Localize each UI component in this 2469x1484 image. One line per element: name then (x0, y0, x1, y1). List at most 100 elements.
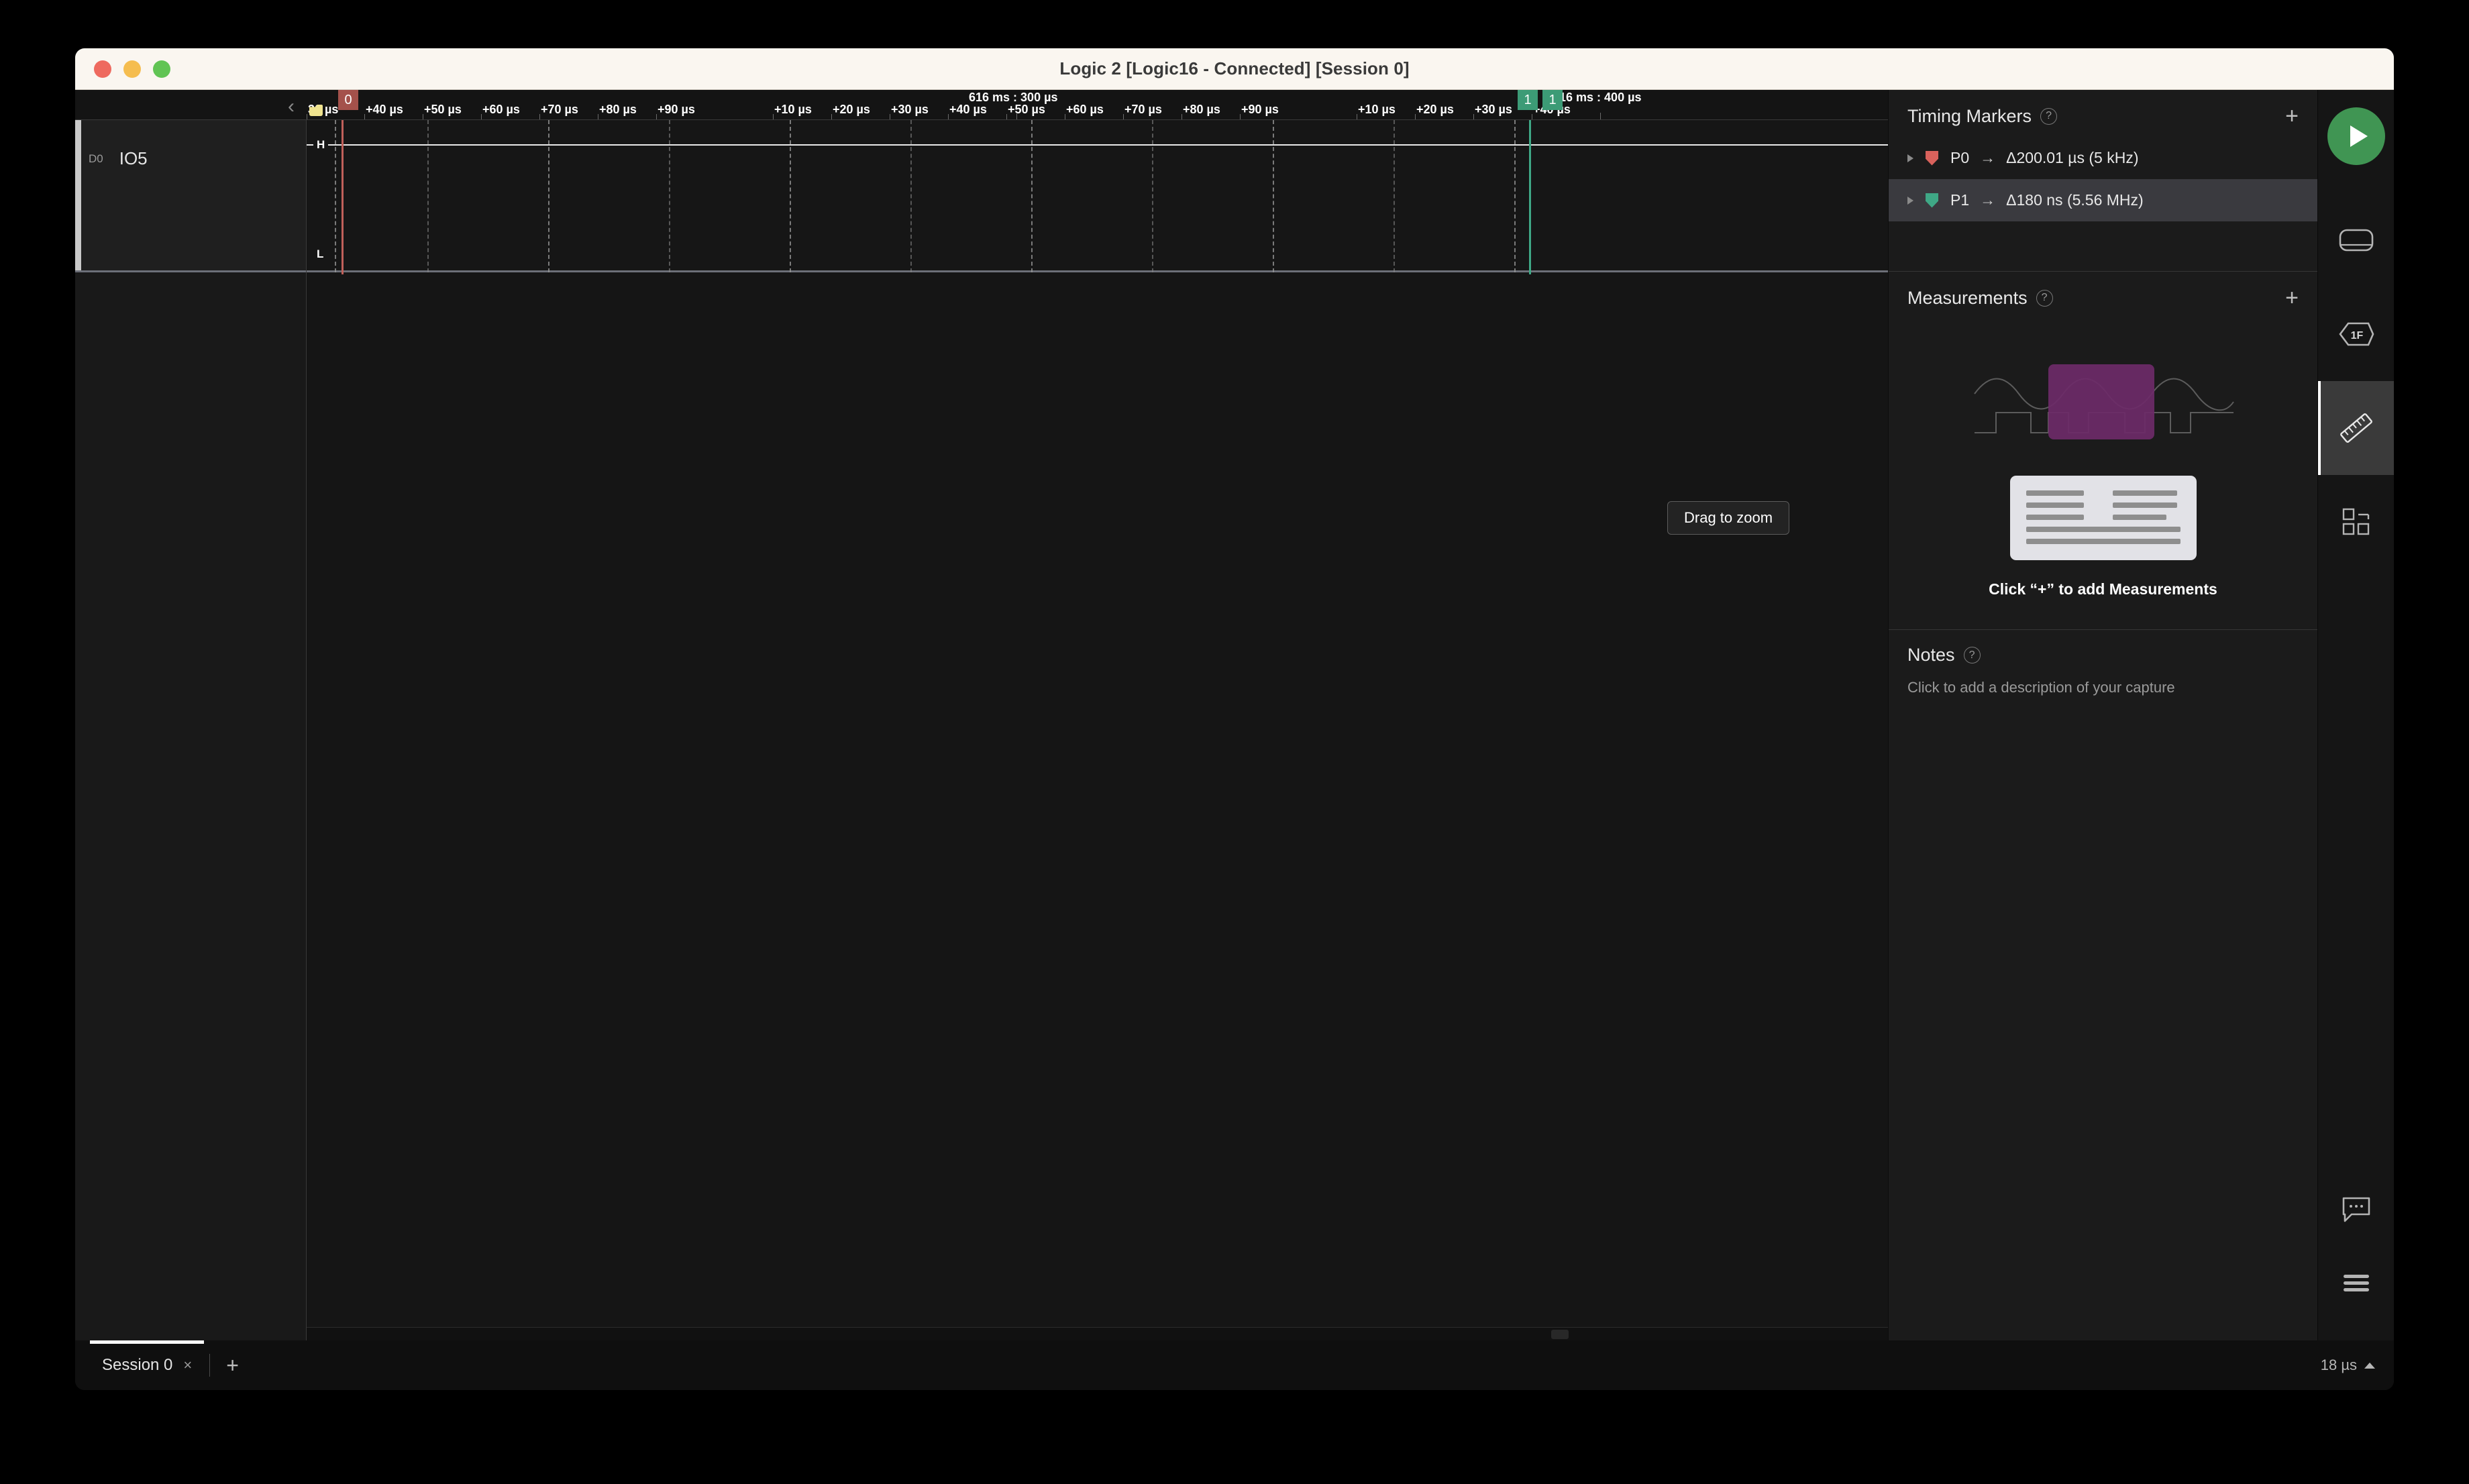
ruler-tick-mark (481, 114, 482, 119)
divider (209, 1354, 211, 1377)
hamburger-icon (2343, 1275, 2369, 1291)
help-circle-icon[interactable]: ? (1963, 647, 1981, 664)
device-icon (2339, 229, 2373, 252)
marker-pin-icon (1926, 193, 1938, 208)
title-bar: Logic 2 [Logic16 - Connected] [Session 0… (75, 48, 2394, 90)
ruler-tick-label: +70 µs (541, 103, 578, 116)
channel-name-label[interactable]: IO5 (119, 148, 148, 169)
session-tab[interactable]: Session 0 × (90, 1340, 205, 1390)
ruler-tick-mark (539, 114, 540, 119)
rail-item-measurements[interactable] (2317, 381, 2394, 475)
rail-item-menu[interactable] (2318, 1247, 2395, 1320)
marker-name: P1 (1950, 191, 1970, 209)
ruler-major-label: 616 ms : 300 µs (969, 91, 1058, 104)
side-panel: Timing Markers ? + P0 → Δ200.01 µs (5 kHz)… (1888, 90, 2317, 1340)
ruler-tick-label: +50 µs (1008, 103, 1045, 116)
channel-list: D0 IO5 (75, 120, 307, 1340)
notes-section: Notes ? Click to add a description of yo… (1889, 630, 2317, 717)
channel-id-label: D0 (89, 152, 103, 165)
horizontal-scrollbar[interactable] (307, 1327, 1888, 1340)
rail-item-support[interactable] (2318, 1173, 2395, 1247)
timing-marker-badge-1[interactable]: 1 (1518, 90, 1538, 110)
add-session-button[interactable]: + (215, 1353, 250, 1378)
horizontal-scrollbar-thumb[interactable] (1551, 1330, 1569, 1339)
timing-marker-row[interactable]: P0 → Δ200.01 µs (5 kHz) (1889, 137, 2317, 179)
status-bar: Session 0 × + 18 µs (75, 1340, 2394, 1390)
marker-delta-value: Δ180 ns (5.56 MHz) (2006, 191, 2144, 209)
graph-row: D0 IO5 H L Drag to zoom (75, 120, 1888, 1340)
notes-title: Notes (1907, 645, 1955, 665)
ruler-tick-mark (948, 114, 949, 119)
channel-row-d0[interactable]: D0 IO5 (75, 120, 306, 272)
timing-cursor-p0[interactable] (342, 120, 344, 274)
application-window: Logic 2 [Logic16 - Connected] [Session 0… (75, 48, 2394, 1390)
add-measurement-button[interactable]: + (2285, 286, 2299, 309)
drag-to-zoom-tooltip: Drag to zoom (1667, 501, 1790, 535)
rail-item-device[interactable] (2318, 193, 2395, 287)
plot-gridline (1152, 120, 1153, 272)
marker-delta-value: Δ200.01 µs (5 kHz) (2006, 149, 2139, 166)
rail-item-analyzers[interactable]: 1F (2318, 287, 2395, 381)
plot-gridline (1514, 120, 1516, 272)
channel-resize-handle[interactable] (75, 120, 81, 270)
ruler-tick-mark (773, 114, 774, 119)
plot-gridline (427, 120, 429, 272)
chevron-right-icon[interactable] (1907, 154, 1913, 162)
start-capture-button[interactable] (2327, 107, 2385, 165)
high-level-label: H (313, 138, 329, 152)
notes-body[interactable]: Click to add a description of your captu… (1889, 675, 2317, 717)
timing-marker-badge-1[interactable]: 1 (1542, 90, 1563, 110)
timing-markers-section: Timing Markers ? + P0 → Δ200.01 µs (5 kHz)… (1889, 90, 2317, 272)
marker-name: P0 (1950, 149, 1970, 166)
svg-text:1F: 1F (2350, 330, 2363, 341)
time-ruler[interactable]: ‹ 30 µs +40 µs +50 µs +60 µs +70 µs +80 µs +90… (75, 90, 1888, 120)
plot-gridline (790, 120, 791, 272)
timing-cursor-p1[interactable] (1529, 120, 1531, 274)
ruler-tick-mark (656, 114, 657, 119)
ruler-tick-mark (831, 114, 832, 119)
measurements-empty-state: Click “+” to add Measurements (1889, 319, 2317, 629)
tool-rail: 1F (2317, 90, 2394, 1340)
ruler-tick-label: +80 µs (1183, 103, 1220, 116)
ruler-tick-label: +70 µs (1124, 103, 1162, 116)
measurements-illustration (1969, 332, 2238, 466)
help-circle-icon[interactable]: ? (2040, 107, 2058, 125)
notes-header: Notes ? (1889, 630, 2317, 675)
chevron-up-icon (2364, 1362, 2375, 1369)
ruler-major-tick-mark (1016, 113, 1017, 119)
chevron-right-icon[interactable] (1907, 196, 1913, 205)
rail-item-extensions[interactable] (2318, 475, 2395, 569)
measurements-title: Measurements (1907, 287, 2028, 308)
timing-markers-header: Timing Markers ? + (1889, 90, 2317, 137)
ruler-tick-label: +60 µs (482, 103, 520, 116)
session-tab-label: Session 0 (102, 1356, 173, 1374)
measurements-section: Measurements ? + Click “+” to add Measur… (1889, 272, 2317, 630)
add-timing-marker-button[interactable]: + (2285, 105, 2299, 127)
notes-placeholder[interactable]: Click to add a description of your captu… (1907, 679, 2299, 696)
measurement-card-placeholder (2009, 476, 2197, 560)
ruler-major-label: 616 ms : 400 µs (1553, 91, 1642, 104)
chevron-left-icon[interactable]: ‹ (288, 97, 295, 117)
plot-gridline (910, 120, 912, 272)
ruler-track[interactable]: 30 µs +40 µs +50 µs +60 µs +70 µs +80 µs +90 µ… (307, 90, 1888, 119)
timing-markers-title: Timing Markers (1907, 105, 2032, 126)
ruler-tick-mark (1473, 114, 1474, 119)
timing-marker-badge-0[interactable]: 0 (338, 90, 358, 110)
ruler-tick-label: +10 µs (1358, 103, 1396, 116)
blocks-icon (2342, 508, 2369, 535)
zoom-level-control[interactable]: 18 µs (2321, 1357, 2375, 1374)
ruler-tick-label: +40 µs (366, 103, 403, 116)
timing-marker-row[interactable]: P1 → Δ180 ns (5.56 MHz) (1889, 179, 2317, 221)
help-circle-icon[interactable]: ? (2036, 289, 2053, 307)
capture-area: ‹ 30 µs +40 µs +50 µs +60 µs +70 µs +80 µs +90… (75, 90, 1888, 1340)
ruler-tick-label: +50 µs (424, 103, 462, 116)
chat-icon (2342, 1197, 2370, 1222)
ruler-icon (2340, 413, 2372, 443)
ruler-left-gutter: ‹ (75, 90, 307, 119)
arrow-right-icon: → (1980, 149, 1996, 166)
plot-gridline (548, 120, 549, 272)
waveform-plot[interactable]: H L Drag to zoom (307, 120, 1888, 1340)
window-title: Logic 2 [Logic16 - Connected] [Session 0… (1059, 58, 1410, 78)
ruler-tick-mark (1415, 114, 1416, 119)
close-icon[interactable]: × (183, 1357, 192, 1374)
